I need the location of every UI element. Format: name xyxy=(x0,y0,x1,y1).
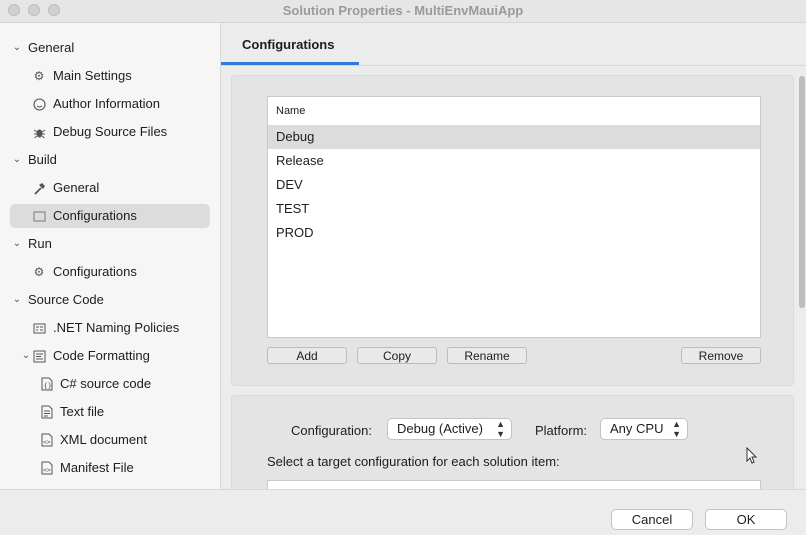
sidebar-item-xml-document[interactable]: <> XML document xyxy=(10,428,210,452)
main-pane: Configurations Name Debug Release DEV TE… xyxy=(221,23,806,489)
list-item-label: PROD xyxy=(276,225,314,240)
popup-arrows-icon: ▲ ▼ xyxy=(496,419,505,439)
tab-bar: Configurations xyxy=(221,23,806,66)
list-item[interactable]: Release xyxy=(268,149,760,173)
cancel-button[interactable]: Cancel xyxy=(611,509,693,530)
solution-items-grid[interactable] xyxy=(267,480,761,489)
list-item-label: DEV xyxy=(276,177,303,192)
sidebar-item-debug-source-files[interactable]: Debug Source Files xyxy=(10,120,210,144)
list-item[interactable]: DEV xyxy=(268,173,760,197)
list-item-label: Release xyxy=(276,153,324,168)
hammer-icon xyxy=(32,181,46,195)
sidebar-item-author-information[interactable]: Author Information xyxy=(10,92,210,116)
bug-icon xyxy=(32,125,46,139)
sidebar-item-label: .NET Naming Policies xyxy=(53,320,180,335)
gear-icon: ⚙ xyxy=(33,265,45,279)
sidebar-item-label: Code Formatting xyxy=(53,348,150,363)
list-item[interactable]: Debug xyxy=(268,125,760,149)
sidebar-item-label: Source Code xyxy=(28,292,104,307)
sidebar-item-label: Author Information xyxy=(53,96,160,111)
configurations-list[interactable]: Name Debug Release DEV TEST PROD xyxy=(267,96,761,338)
window-title: Solution Properties - MultiEnvMauiApp xyxy=(282,3,524,18)
sidebar-item-label: C# source code xyxy=(60,376,152,391)
format-icon xyxy=(32,349,46,363)
platform-select[interactable]: Any CPU ▲ ▼ xyxy=(600,418,688,440)
rename-button[interactable]: Rename xyxy=(447,347,527,364)
sidebar-item-label: XML document xyxy=(60,432,147,447)
code-file-icon: <> xyxy=(40,461,54,475)
sidebar-item-build-general[interactable]: General xyxy=(10,176,210,200)
sidebar-item-label: Build xyxy=(28,152,57,167)
naming-icon xyxy=(32,321,46,335)
list-item[interactable]: PROD xyxy=(268,221,760,245)
sidebar-item-build-configurations[interactable]: Configurations xyxy=(10,204,210,228)
code-file-icon: <> xyxy=(40,433,54,447)
mouse-cursor-icon xyxy=(746,447,758,464)
svg-text:<>: <> xyxy=(43,466,51,474)
sidebar-item-csharp-source-code[interactable]: {} C# source code xyxy=(10,372,210,396)
chevron-down-icon[interactable]: ⌄ xyxy=(12,36,22,60)
sidebar-item-label: Configurations xyxy=(53,208,137,223)
sidebar-item-run-configurations[interactable]: ⚙ Configurations xyxy=(10,260,210,284)
sidebar-item-label: Manifest File xyxy=(60,460,134,475)
gear-icon: ⚙ xyxy=(33,69,45,83)
ok-button[interactable]: OK xyxy=(705,509,787,530)
chevron-down-icon[interactable]: ⌄ xyxy=(12,232,22,256)
configuration-label: Configuration: xyxy=(291,423,372,438)
sidebar-item-text-file[interactable]: Text file xyxy=(10,400,210,424)
remove-button[interactable]: Remove xyxy=(681,347,761,364)
sidebar-group-build[interactable]: ⌄ Build xyxy=(10,148,210,172)
sidebar-group-general[interactable]: ⌄ General xyxy=(10,36,210,60)
list-header[interactable]: Name xyxy=(268,97,760,126)
sidebar-item-label: Run xyxy=(28,236,52,251)
column-name-header: Name xyxy=(276,105,306,117)
copy-button[interactable]: Copy xyxy=(357,347,437,364)
smiley-icon xyxy=(32,97,46,111)
tab-configurations[interactable]: Configurations xyxy=(242,37,334,52)
configurations-panel: Name Debug Release DEV TEST PROD Add Cop… xyxy=(231,75,794,386)
sidebar-item-label: Debug Source Files xyxy=(53,124,168,139)
chevron-down-icon[interactable]: ⌄ xyxy=(12,288,22,312)
tab-selected-indicator xyxy=(221,62,359,65)
settings-sidebar: ⌄ General ⚙ Main Settings Author Informa… xyxy=(0,23,221,489)
sidebar-item-manifest-file[interactable]: <> Manifest File xyxy=(10,456,210,480)
list-item-label: TEST xyxy=(276,201,310,216)
target-configuration-panel: Configuration: Debug (Active) ▲ ▼ Platfor… xyxy=(231,395,794,489)
sidebar-item-label: General xyxy=(28,40,75,55)
text-file-icon xyxy=(40,405,54,419)
configuration-select-value: Debug (Active) xyxy=(397,421,483,436)
target-config-instructions: Select a target configuration for each s… xyxy=(267,454,560,469)
sidebar-group-code-formatting[interactable]: ⌄ Code Formatting xyxy=(10,344,210,368)
list-item[interactable]: TEST xyxy=(268,197,760,221)
list-item-label: Debug xyxy=(276,129,315,144)
configuration-select[interactable]: Debug (Active) ▲ ▼ xyxy=(387,418,512,440)
sidebar-item-main-settings[interactable]: ⚙ Main Settings xyxy=(10,64,210,88)
scrollbar-thumb[interactable] xyxy=(799,76,805,308)
svg-text:<>: <> xyxy=(43,438,51,446)
sidebar-item-label: Configurations xyxy=(53,264,137,279)
chevron-down-icon[interactable]: ⌄ xyxy=(12,148,22,172)
braces-file-icon: {} xyxy=(40,377,54,391)
sidebar-item-label: General xyxy=(53,180,100,195)
platform-select-value: Any CPU xyxy=(610,421,664,436)
sidebar-item-label: Text file xyxy=(60,404,105,419)
sidebar-item-label: Main Settings xyxy=(53,68,132,83)
window-icon xyxy=(32,209,46,223)
popup-arrows-icon: ▲ ▼ xyxy=(672,419,681,439)
chevron-down-icon[interactable]: ⌄ xyxy=(21,344,31,368)
dialog-footer: Cancel OK xyxy=(0,489,806,535)
sidebar-group-source-code[interactable]: ⌄ Source Code xyxy=(10,288,210,312)
svg-text:{}: {} xyxy=(44,382,52,390)
add-button[interactable]: Add xyxy=(267,347,347,364)
platform-label: Platform: xyxy=(535,423,588,438)
title-bar: Solution Properties - MultiEnvMauiApp xyxy=(0,0,806,23)
sidebar-group-run[interactable]: ⌄ Run xyxy=(10,232,210,256)
sidebar-item-naming-policies[interactable]: .NET Naming Policies xyxy=(10,316,210,340)
